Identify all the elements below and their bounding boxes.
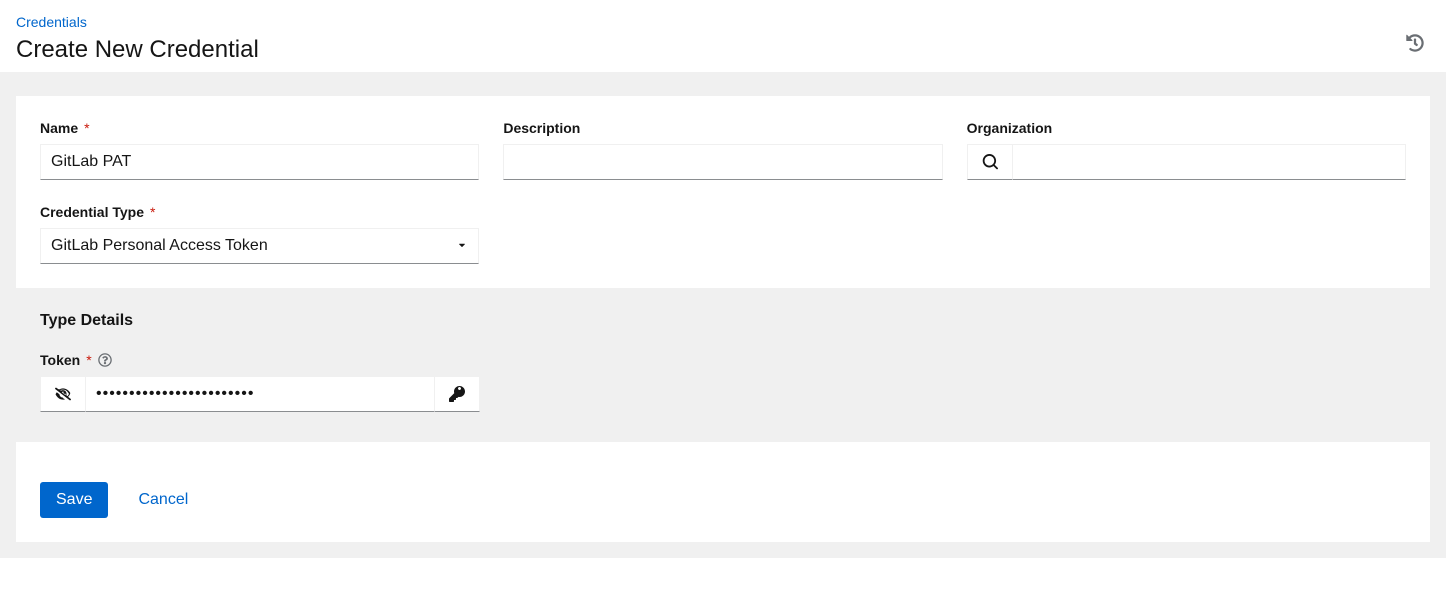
- organization-input[interactable]: [1013, 144, 1406, 180]
- token-key-button[interactable]: [434, 376, 480, 412]
- form-card: Name * Description Organization: [16, 96, 1430, 542]
- name-label-text: Name: [40, 120, 78, 136]
- token-visibility-toggle[interactable]: [40, 376, 86, 412]
- page-title: Create New Credential: [16, 36, 259, 64]
- save-button[interactable]: Save: [40, 482, 108, 518]
- organization-lookup-button[interactable]: [967, 144, 1013, 180]
- key-icon: [449, 386, 465, 402]
- token-label: Token *: [40, 352, 480, 368]
- eye-slash-icon: [55, 386, 71, 402]
- name-label: Name *: [40, 120, 479, 136]
- field-credential-type: Credential Type * GitLab Personal Access…: [40, 204, 479, 264]
- type-details-section: Type Details Token *: [16, 288, 1430, 442]
- cancel-button[interactable]: Cancel: [138, 491, 188, 509]
- field-organization: Organization: [967, 120, 1406, 180]
- token-input[interactable]: [86, 376, 434, 412]
- history-button[interactable]: [1400, 28, 1430, 61]
- field-description: Description: [503, 120, 942, 180]
- credential-type-select[interactable]: GitLab Personal Access Token: [40, 228, 479, 264]
- description-input[interactable]: [503, 144, 942, 180]
- required-indicator: *: [86, 352, 91, 368]
- credential-type-label-text: Credential Type: [40, 204, 144, 220]
- required-indicator: *: [150, 204, 155, 220]
- name-input[interactable]: [40, 144, 479, 180]
- type-details-heading: Type Details: [40, 312, 1406, 330]
- description-label-text: Description: [503, 120, 580, 136]
- description-label: Description: [503, 120, 942, 136]
- field-name: Name *: [40, 120, 479, 180]
- history-icon: [1406, 34, 1424, 52]
- form-footer: Save Cancel: [16, 442, 1430, 542]
- page-header: Credentials Create New Credential: [0, 0, 1446, 72]
- help-icon: [98, 353, 112, 367]
- search-icon: [982, 154, 998, 170]
- organization-label-text: Organization: [967, 120, 1053, 136]
- required-indicator: *: [84, 120, 89, 136]
- organization-label: Organization: [967, 120, 1406, 136]
- token-label-text: Token: [40, 352, 80, 368]
- token-help-button[interactable]: [98, 353, 112, 367]
- field-token: Token *: [40, 352, 480, 412]
- credential-type-label: Credential Type *: [40, 204, 479, 220]
- breadcrumb-credentials[interactable]: Credentials: [16, 14, 87, 30]
